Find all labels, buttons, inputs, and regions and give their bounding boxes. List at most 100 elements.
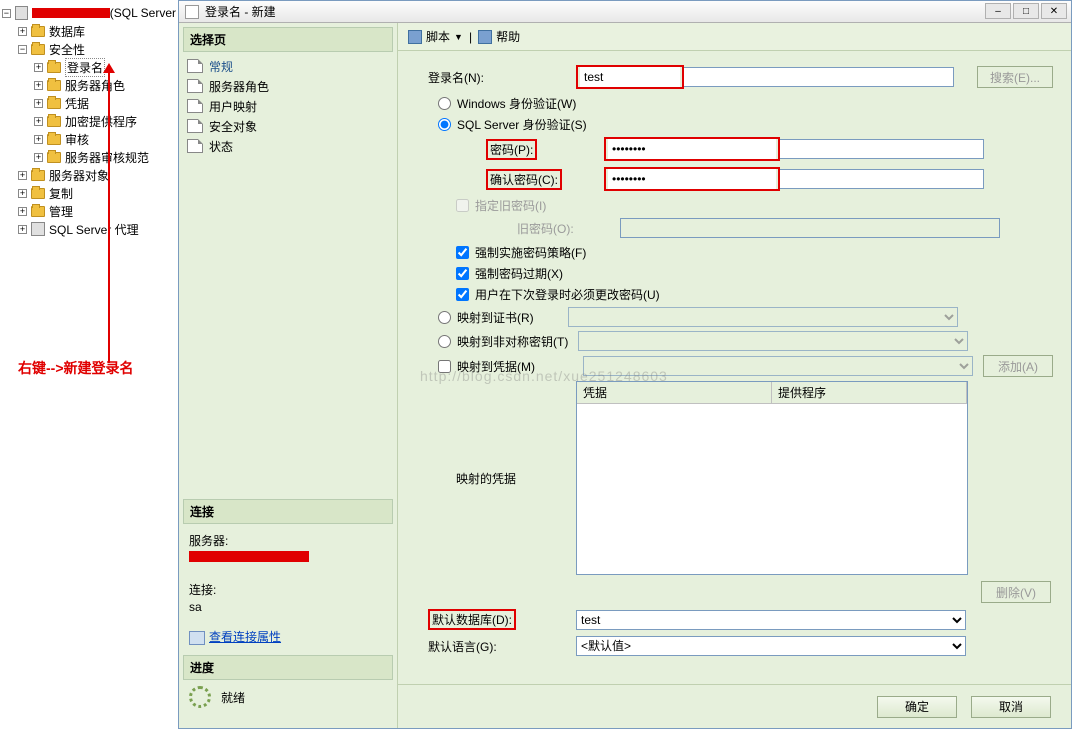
dialog-footer: 确定 取消 bbox=[398, 684, 1071, 728]
tree-node-server-objects[interactable]: +服务器对象 bbox=[2, 166, 176, 184]
expand-icon[interactable]: + bbox=[34, 135, 43, 144]
asymkey-combo bbox=[578, 331, 968, 351]
folder-icon bbox=[47, 134, 61, 145]
expand-icon[interactable]: + bbox=[18, 207, 27, 216]
login-name-input-ext[interactable] bbox=[684, 67, 954, 87]
map-credential-checkbox[interactable] bbox=[438, 360, 451, 373]
properties-icon bbox=[189, 631, 205, 645]
expand-icon[interactable]: + bbox=[34, 99, 43, 108]
tree-node-agent[interactable]: +SQL Server 代理 bbox=[2, 220, 176, 238]
login-name-label: 登录名(N): bbox=[428, 69, 576, 86]
tree-node-credentials[interactable]: +凭据 bbox=[2, 94, 176, 112]
confirm-password-label: 确认密码(C): bbox=[486, 169, 562, 190]
annotation-arrow bbox=[108, 68, 110, 363]
expand-icon[interactable]: + bbox=[34, 153, 43, 162]
windows-auth-radio[interactable] bbox=[438, 97, 451, 110]
dialog-toolbar: 脚本▼ | 帮助 bbox=[398, 23, 1071, 51]
maximize-button[interactable]: □ bbox=[1013, 3, 1039, 19]
script-button[interactable]: 脚本▼ bbox=[408, 28, 463, 45]
help-icon bbox=[478, 30, 492, 44]
sql-auth-radio[interactable] bbox=[438, 118, 451, 131]
login-name-input[interactable] bbox=[580, 67, 680, 87]
connection-value: sa bbox=[189, 600, 387, 614]
server-icon bbox=[15, 6, 29, 20]
specify-old-password-checkbox bbox=[456, 199, 469, 212]
enforce-expiration-checkbox[interactable] bbox=[456, 267, 469, 280]
tree-node-crypto[interactable]: +加密提供程序 bbox=[2, 112, 176, 130]
map-certificate-radio[interactable] bbox=[438, 311, 451, 324]
expand-icon[interactable]: + bbox=[18, 225, 27, 234]
tree-node-databases[interactable]: +数据库 bbox=[2, 22, 176, 40]
collapse-icon[interactable]: − bbox=[2, 9, 11, 18]
chevron-down-icon: ▼ bbox=[454, 32, 463, 42]
tree-root[interactable]: − (SQL Server bbox=[2, 4, 176, 22]
credentials-table[interactable]: 凭据 提供程序 bbox=[576, 381, 968, 575]
search-button[interactable]: 搜索(E)... bbox=[977, 66, 1053, 88]
page-securables[interactable]: 安全对象 bbox=[187, 116, 389, 136]
app-icon bbox=[185, 5, 199, 19]
default-language-label: 默认语言(G): bbox=[428, 638, 576, 655]
page-status[interactable]: 状态 bbox=[187, 136, 389, 156]
titlebar[interactable]: 登录名 - 新建 – □ ✕ bbox=[179, 1, 1071, 23]
minimize-button[interactable]: – bbox=[985, 3, 1011, 19]
map-asymkey-radio[interactable] bbox=[438, 335, 451, 348]
tree-node-audit-spec[interactable]: +服务器审核规范 bbox=[2, 148, 176, 166]
folder-icon bbox=[31, 26, 45, 37]
enforce-policy-checkbox[interactable] bbox=[456, 246, 469, 259]
connection-header: 连接 bbox=[183, 499, 393, 524]
annotation-arrow-head bbox=[103, 63, 115, 73]
add-credential-button[interactable]: 添加(A) bbox=[983, 355, 1053, 377]
help-button[interactable]: 帮助 bbox=[478, 28, 520, 45]
password-input-ext[interactable] bbox=[780, 139, 984, 159]
credentials-col-provider: 提供程序 bbox=[772, 382, 967, 403]
page-icon bbox=[187, 99, 203, 113]
expand-icon[interactable]: + bbox=[34, 81, 43, 90]
window-title: 登录名 - 新建 bbox=[205, 3, 276, 20]
page-general[interactable]: 常规 bbox=[187, 56, 389, 76]
tree-node-replication[interactable]: +复制 bbox=[2, 184, 176, 202]
tree-node-management[interactable]: +管理 bbox=[2, 202, 176, 220]
page-user-mapping[interactable]: 用户映射 bbox=[187, 96, 389, 116]
password-input[interactable] bbox=[608, 139, 776, 159]
pages-header: 选择页 bbox=[183, 27, 393, 52]
cancel-button[interactable]: 取消 bbox=[971, 696, 1051, 718]
tree-node-server-roles[interactable]: +服务器角色 bbox=[2, 76, 176, 94]
folder-icon bbox=[47, 62, 61, 73]
tree-node-security[interactable]: −安全性 bbox=[2, 40, 176, 58]
page-icon bbox=[187, 59, 203, 73]
new-login-dialog: 登录名 - 新建 – □ ✕ 选择页 常规 服务器角色 用户映射 安全对象 状态… bbox=[178, 0, 1072, 729]
credential-combo bbox=[583, 356, 973, 376]
expand-icon[interactable]: + bbox=[34, 117, 43, 126]
default-database-label: 默认数据库(D): bbox=[428, 609, 516, 630]
confirm-password-input-ext[interactable] bbox=[780, 169, 984, 189]
view-connection-properties-link[interactable]: 查看连接属性 bbox=[209, 630, 281, 644]
tree-node-logins[interactable]: +登录名 bbox=[2, 58, 176, 76]
annotation-text: 右键-->新建登录名 bbox=[18, 358, 134, 378]
folder-icon bbox=[31, 206, 45, 217]
certificate-combo bbox=[568, 307, 958, 327]
page-server-roles[interactable]: 服务器角色 bbox=[187, 76, 389, 96]
server-label: 服务器: bbox=[189, 532, 387, 549]
old-password-input bbox=[620, 218, 1000, 238]
progress-status: 就绪 bbox=[221, 689, 245, 706]
folder-icon bbox=[47, 98, 61, 109]
expand-icon[interactable]: + bbox=[34, 63, 43, 72]
must-change-checkbox[interactable] bbox=[456, 288, 469, 301]
tree-node-audit[interactable]: +审核 bbox=[2, 130, 176, 148]
folder-icon bbox=[47, 152, 61, 163]
expand-icon[interactable]: + bbox=[18, 171, 27, 180]
mapped-credentials-label: 映射的凭据 bbox=[428, 470, 576, 487]
folder-icon bbox=[31, 44, 45, 55]
expand-icon[interactable]: + bbox=[18, 27, 27, 36]
ok-button[interactable]: 确定 bbox=[877, 696, 957, 718]
collapse-icon[interactable]: − bbox=[18, 45, 27, 54]
page-icon bbox=[187, 139, 203, 153]
default-language-combo[interactable]: <默认值> bbox=[576, 636, 966, 656]
credentials-col-credential: 凭据 bbox=[577, 382, 772, 403]
page-icon bbox=[187, 119, 203, 133]
confirm-password-input[interactable] bbox=[608, 169, 776, 189]
default-database-combo[interactable]: test bbox=[576, 610, 966, 630]
remove-credential-button[interactable]: 删除(V) bbox=[981, 581, 1051, 603]
close-button[interactable]: ✕ bbox=[1041, 3, 1067, 19]
expand-icon[interactable]: + bbox=[18, 189, 27, 198]
